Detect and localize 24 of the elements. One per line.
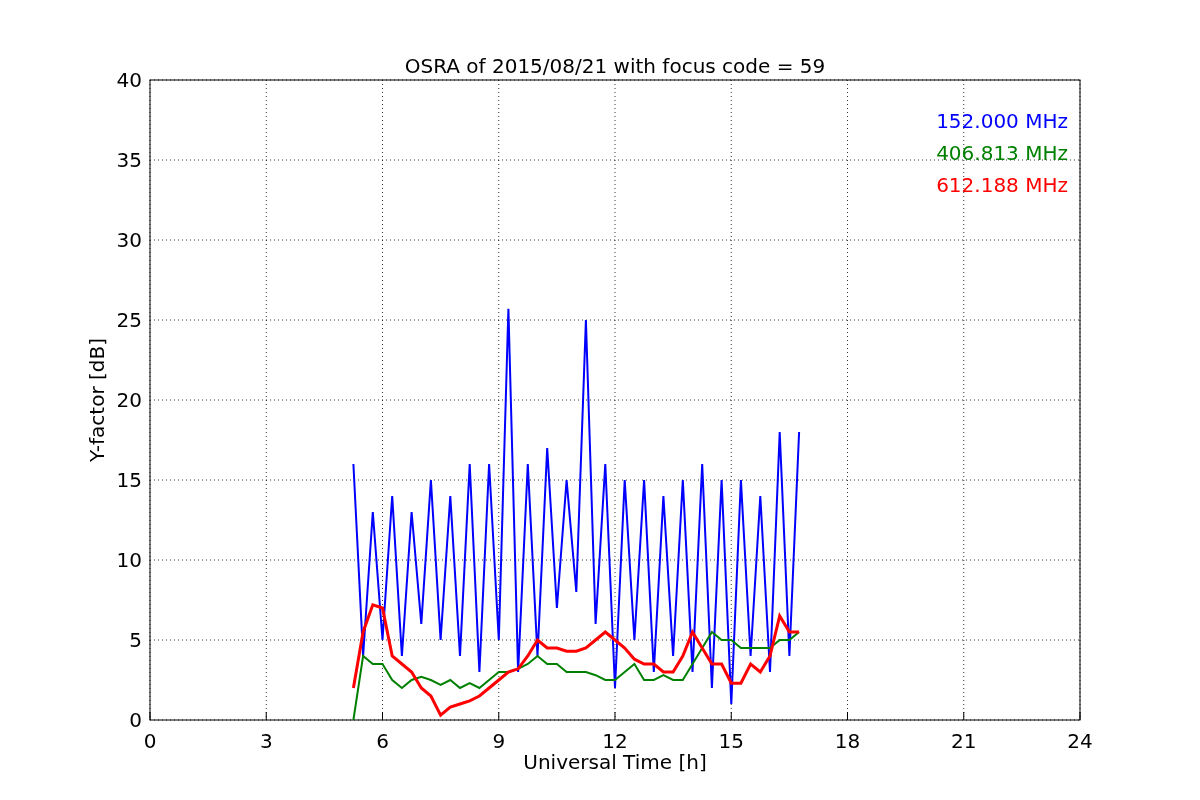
x-axis-label: Universal Time [h] [523,750,707,774]
x-tick-label: 15 [718,729,744,753]
legend-label: 406.813 MHz [936,141,1068,165]
y-tick-label: 40 [116,68,142,92]
x-tick-label: 9 [492,729,506,753]
y-tick-label: 5 [129,628,142,652]
y-tick-label: 0 [129,708,142,732]
chart-title: OSRA of 2015/08/21 with focus code = 59 [404,54,826,78]
y-tick-label: 30 [116,228,142,252]
x-tick-label: 6 [376,729,389,753]
x-tick-label: 12 [602,729,628,753]
x-tick-label: 21 [951,729,977,753]
y-axis-label: Y-factor [dB] [85,338,109,462]
x-tick-label: 18 [834,729,861,753]
x-tick-label: 3 [259,729,273,753]
x-tick-label: 24 [1067,729,1093,753]
y-tick-label: 20 [116,388,142,412]
x-tick-label: 0 [143,729,157,753]
legend-label: 152.000 MHz [936,109,1068,133]
y-tick-label: 10 [116,548,142,572]
y-tick-label: 35 [116,148,142,172]
legend-label: 612.188 MHz [936,173,1068,197]
y-tick-label: 25 [116,308,142,332]
y-tick-label: 15 [116,468,142,492]
